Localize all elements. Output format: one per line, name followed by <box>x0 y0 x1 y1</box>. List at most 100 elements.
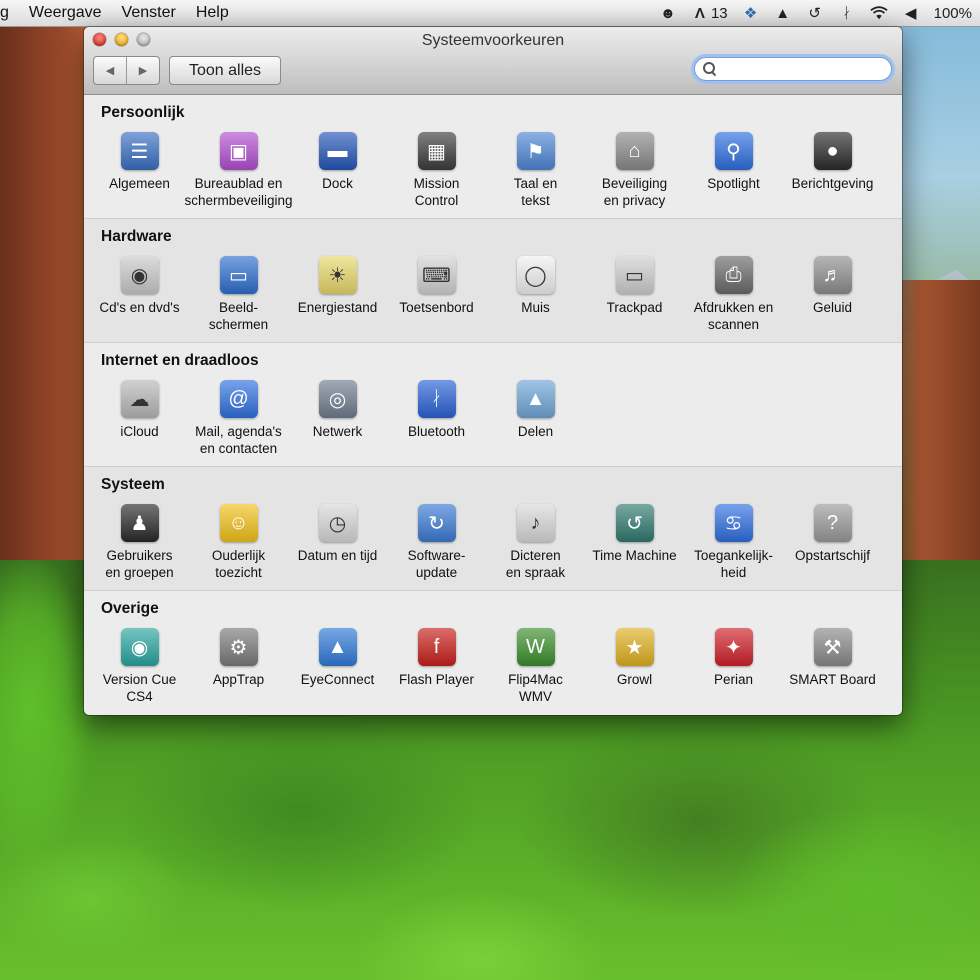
search-input[interactable] <box>707 60 892 78</box>
pref-pane-cd[interactable]: ◉ Cd's en dvd's <box>90 256 189 333</box>
pref-pane-flash[interactable]: f Flash Player <box>387 628 486 705</box>
pref-pane-smart-board[interactable]: ⚒ SMART Board <box>783 628 882 705</box>
menu-item-app[interactable]: g <box>0 4 19 22</box>
pref-pane-version-cue[interactable]: ◉ Version Cue CS4 <box>90 628 189 705</box>
pref-pane-energy[interactable]: ☀ Energiestand <box>288 256 387 333</box>
pref-pane-dock[interactable]: ▬ Dock <box>288 132 387 209</box>
menu-item-help[interactable]: Help <box>186 4 239 22</box>
pref-pane-desktop[interactable]: ▣ Bureaublad en schermbeveiliging <box>184 132 293 209</box>
wifi-icon[interactable] <box>869 4 888 22</box>
spotlight-icon: ⚲ <box>714 132 753 170</box>
pref-pane-label: Perian <box>713 672 754 687</box>
pref-pane-spotlight[interactable]: ⚲ Spotlight <box>684 132 783 209</box>
pref-pane-parental-controls[interactable]: ☺ Ouderlijk toezicht <box>189 504 288 581</box>
pref-pane-bluetooth[interactable]: ᛅ Bluetooth <box>387 380 486 457</box>
pref-pane-users[interactable]: ♟ Gebruikers en groepen <box>90 504 189 581</box>
pref-pane-apptrap[interactable]: ⚙ AppTrap <box>189 628 288 705</box>
section-title: Persoonlijk <box>101 104 185 121</box>
pref-pane-label: AppTrap <box>212 672 265 687</box>
show-all-button[interactable]: Toon alles <box>169 56 281 85</box>
pref-pane-label: Spotlight <box>707 176 760 191</box>
pref-pane-mission-control[interactable]: ▦ Mission Control <box>387 132 486 209</box>
pref-pane-label: Dicteren en spraak <box>505 548 566 580</box>
pref-pane-label: Version Cue CS4 <box>102 672 177 704</box>
back-button[interactable]: ◀ <box>94 57 126 84</box>
pref-pane-label: Gebruikers en groepen <box>105 548 174 580</box>
pref-pane-label: Mail, agenda's en contacten <box>195 424 282 456</box>
users-icon: ♟ <box>120 504 159 542</box>
pref-pane-clock[interactable]: ◷ Datum en tijd <box>288 504 387 581</box>
dock-icon: ▬ <box>318 132 357 170</box>
pref-pane-label: Energiestand <box>297 300 378 315</box>
pref-pane-software-update[interactable]: ↻ Software- update <box>387 504 486 581</box>
adobe-icon[interactable]: Λ <box>691 4 709 22</box>
sharing-icon: ▲ <box>516 380 555 418</box>
forward-button[interactable]: ▶ <box>126 57 159 84</box>
menu-item-weergave[interactable]: Weergave <box>19 4 112 22</box>
volume-icon[interactable]: ◀ <box>902 4 920 22</box>
pref-pane-label: Taal en tekst <box>513 176 558 208</box>
trackpad-icon: ▭ <box>615 256 654 294</box>
section-hardware: Hardware ◉ Cd's en dvd's ▭ Beeld- schermen ☀ E… <box>84 219 902 343</box>
preferences-panel: Persoonlijk ☰ Algemeen ▣ Bureaublad en scher… <box>84 95 902 714</box>
pref-pane-accessibility[interactable]: ♋ Toegankelijk- heid <box>684 504 783 581</box>
parental-controls-icon: ☺ <box>219 504 258 542</box>
keyboard-icon: ⌨ <box>417 256 456 294</box>
pref-pane-security[interactable]: ⌂ Beveiliging en privacy <box>585 132 684 209</box>
pref-pane-label: Software- update <box>407 548 466 580</box>
speaker-icon: ♬ <box>813 256 852 294</box>
dropbox-icon[interactable]: ❖ <box>742 4 760 22</box>
flip4mac-icon: W <box>516 628 555 666</box>
battery-percentage[interactable]: 100% <box>934 5 972 22</box>
wallpaper-trees-left <box>0 560 95 980</box>
mail-icon: @ <box>219 380 258 418</box>
pref-pane-perian[interactable]: ✦ Perian <box>684 628 783 705</box>
printer-icon: ⎙ <box>714 256 753 294</box>
pref-pane-label: SMART Board <box>789 672 876 687</box>
pref-pane-speaker[interactable]: ♬ Geluid <box>783 256 882 333</box>
time-machine-icon[interactable]: ↺ <box>806 4 824 22</box>
status-area: ☻ Λ 13 ❖ ▲ ↺ ᛅ ◀ 100% <box>659 4 980 23</box>
system-preferences-window: Systeemvoorkeuren ◀ ▶ Toon alles Persoon… <box>84 27 902 715</box>
pref-pane-mouse[interactable]: ◯ Muis <box>486 256 585 333</box>
pref-pane-startup-disk[interactable]: ? Opstartschijf <box>783 504 882 581</box>
pref-pane-flip4mac[interactable]: W Flip4Mac WMV <box>486 628 585 705</box>
pref-pane-display[interactable]: ▭ Beeld- schermen <box>189 256 288 333</box>
menu-bar: g Weergave Venster Help ☻ Λ 13 ❖ ▲ ↺ ᛅ ◀… <box>0 0 980 27</box>
window-title: Systeemvoorkeuren <box>421 32 565 49</box>
pref-pane-label: Dock <box>322 176 353 191</box>
pref-pane-eyeconnect[interactable]: ▲ EyeConnect <box>288 628 387 705</box>
pref-pane-printer[interactable]: ⎙ Afdrukken en scannen <box>684 256 783 333</box>
pref-pane-label: iCloud <box>120 424 159 439</box>
nav-buttons: ◀ ▶ <box>93 56 160 85</box>
mouse-icon: ◯ <box>516 256 555 294</box>
pref-pane-label: Datum en tijd <box>297 548 378 563</box>
mission-control-icon: ▦ <box>417 132 456 170</box>
pref-pane-language[interactable]: ⚑ Taal en tekst <box>486 132 585 209</box>
pref-pane-icloud[interactable]: ☁ iCloud <box>90 380 189 457</box>
pref-pane-keyboard[interactable]: ⌨ Toetsenbord <box>387 256 486 333</box>
pref-pane-mail[interactable]: @ Mail, agenda's en contacten <box>189 380 288 457</box>
preference-pane-row: ♟ Gebruikers en groepen ☺ Ouderlijk toezich… <box>90 504 882 581</box>
pref-pane-trackpad[interactable]: ▭ Trackpad <box>585 256 684 333</box>
menu-item-venster[interactable]: Venster <box>112 4 186 22</box>
pref-pane-label: Muis <box>521 300 550 315</box>
pref-pane-general[interactable]: ☰ Algemeen <box>90 132 189 209</box>
pref-pane-label: Opstartschijf <box>794 548 871 563</box>
pref-pane-sharing[interactable]: ▲ Delen <box>486 380 585 457</box>
pref-pane-network[interactable]: ◎ Netwerk <box>288 380 387 457</box>
clock-icon: ◷ <box>318 504 357 542</box>
section-overige: Overige ◉ Version Cue CS4 ⚙ AppTrap ▲ EyeConne… <box>84 591 902 714</box>
bluetooth-icon[interactable]: ᛅ <box>838 4 856 22</box>
section-title: Internet en draadloos <box>101 352 259 369</box>
display-icon: ▭ <box>219 256 258 294</box>
pref-pane-growl[interactable]: ★ Growl <box>585 628 684 705</box>
hat-icon[interactable]: ▲ <box>774 4 792 22</box>
evernote-icon[interactable]: ☻ <box>659 4 677 22</box>
pref-pane-label: Flip4Mac WMV <box>508 672 563 704</box>
pref-pane-time-machine[interactable]: ↺ Time Machine <box>585 504 684 581</box>
pref-pane-microphone[interactable]: ♪ Dicteren en spraak <box>486 504 585 581</box>
pref-pane-notifications[interactable]: ● Berichtgeving <box>783 132 882 209</box>
search-field[interactable] <box>694 57 892 81</box>
pref-pane-label: Bluetooth <box>407 424 466 439</box>
